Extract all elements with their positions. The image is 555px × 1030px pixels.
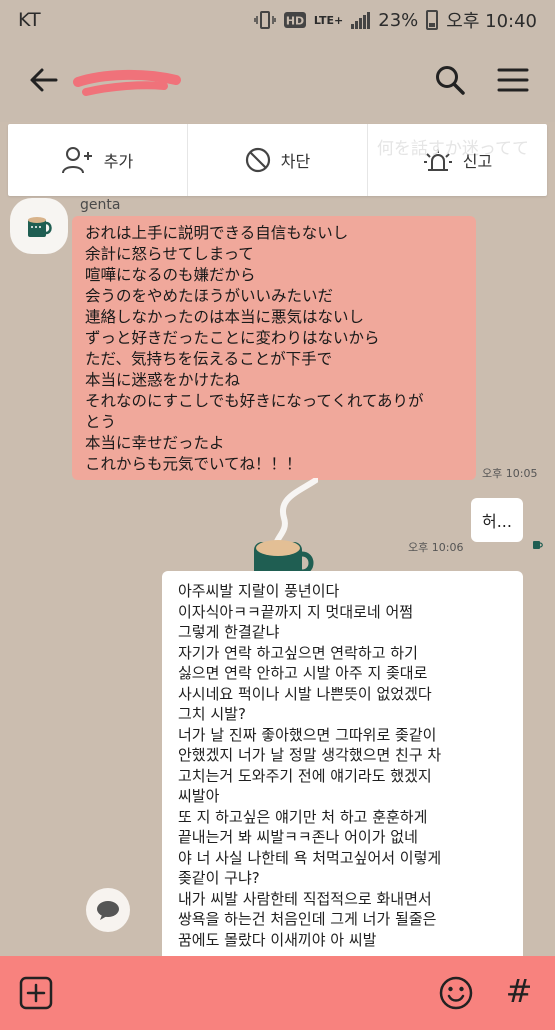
status-bar: KT HD LTE+ 23% 오후 10:40 <box>0 0 555 40</box>
reply-timestamp: 오후 10:06 <box>408 541 464 554</box>
message-line: 이자식아ㅋㅋ끝까지 지 멋대로네 어쩜 <box>178 602 414 621</box>
reply-text: 허... <box>482 512 512 531</box>
arrow-left-icon[interactable] <box>26 62 62 98</box>
hd-icon: HD <box>283 12 306 28</box>
message-line: ずっと好きだったことに変わりはないから <box>85 329 380 347</box>
chat-header <box>0 40 555 122</box>
message-line: これからも元気でいてね！！！ <box>85 455 302 473</box>
message-line: 아주씨발 지랄이 풍년이다 <box>178 582 340 600</box>
vibrate-icon <box>254 11 276 29</box>
hamburger-icon[interactable] <box>496 62 530 98</box>
search-icon[interactable] <box>432 62 468 98</box>
message-line: 本当に幸せだったよ <box>85 434 225 452</box>
mug-sticker-icon <box>254 478 318 582</box>
message-line: 그렇게 한결같냐 <box>178 623 280 641</box>
clock-label: 오후 10:40 <box>446 11 537 32</box>
status-icons: HD LTE+ 23% 오후 10:40 <box>254 7 537 33</box>
redacted-title <box>73 69 181 96</box>
mug-read-icon <box>533 541 543 549</box>
message-bubble-outgoing[interactable]: 허... <box>471 498 523 542</box>
message-line: 꿈에도 몰랐다 이새끼야 아 씨발 <box>178 930 377 949</box>
message-line: 내가 씨발 사람한테 직접적으로 화내면서 <box>178 889 432 908</box>
message-line: 喧嘩になるのも嫌だから <box>85 266 256 284</box>
message-line: 고치는거 도와주기 전에 얘기라도 했겠지 <box>178 766 432 785</box>
message-line: 쌍욕을 하는건 처음인데 그게 너가 될줄은 <box>178 910 437 928</box>
message-line: 또 지 하고싶은 얘기만 처 하고 훈훈하게 <box>178 807 428 826</box>
message-line: 씨발아 <box>178 787 220 805</box>
plus-square-icon[interactable] <box>19 976 53 1010</box>
message-line: 余計に怒らせてしまって <box>85 245 254 263</box>
add-label: 추가 <box>103 152 134 171</box>
message-line: 連絡しなかったのは本当に悪気はないし <box>85 308 365 326</box>
message-line: 싫으면 연락 안하고 시발 아주 지 좆대로 <box>178 664 428 682</box>
message-line: ただ、気持ちを伝えることが下手で <box>85 350 333 368</box>
add-friend-button[interactable]: 추가 <box>8 124 187 196</box>
block-button[interactable]: 차단 <box>187 124 367 196</box>
signal-icon <box>351 11 371 29</box>
action-bar: 추가 차단 何を話すか迷ってて 신고 <box>8 124 547 196</box>
input-bar: # <box>0 956 555 1030</box>
block-icon <box>245 147 270 173</box>
message-line: 야 너 사실 나한테 욕 처먹고싶어서 이렇게 <box>178 848 442 867</box>
sender-name: genta <box>80 197 121 213</box>
speech-bubble-icon <box>97 901 119 920</box>
message-line: 그치 시발? <box>178 705 246 723</box>
message-bubble-long[interactable]: 아주씨발 지랄이 풍년이다 이자식아ㅋㅋ끝까지 지 멋대로네 어쩜 그렇게 한결… <box>162 571 523 991</box>
message-line: おれは上手に説明できる自信もないし <box>85 224 349 242</box>
battery-percent: 23% <box>378 9 419 31</box>
emoji-icon[interactable] <box>438 975 474 1011</box>
battery-icon <box>426 10 439 30</box>
message-line: 사시네요 퍽이나 시발 나쁜뜻이 없었겠다 <box>178 684 432 703</box>
speech-bubble-button[interactable] <box>86 888 130 932</box>
message-line: 안했겠지 너가 날 정말 생각했으면 친구 차 <box>178 746 442 764</box>
message-line: それなのにすこしでも好きになってくれてありが <box>85 392 424 410</box>
message-line: 끝내는거 봐 씨발ㅋㅋ존나 어이가 없네 <box>178 828 418 846</box>
message-line: 本当に迷惑をかけたね <box>85 371 241 389</box>
message-line: 会うのをやめたほうがいいみたいだ <box>85 287 334 305</box>
report-button[interactable]: 何を話すか迷ってて 신고 <box>367 124 547 196</box>
block-label: 차단 <box>280 152 311 171</box>
network-label: LTE+ <box>313 13 344 27</box>
carrier-label: KT <box>18 9 41 31</box>
message-line: 좆같이 구냐? <box>178 869 260 887</box>
hashtag-button[interactable]: # <box>504 970 534 1012</box>
message-line: 너가 날 진짜 좋아했으면 그따위로 좆같이 <box>178 725 437 744</box>
message-line: 자기가 연락 하고싶으면 연락하고 하기 <box>178 643 418 662</box>
sender-avatar[interactable] <box>10 198 68 254</box>
add-person-icon <box>61 147 92 174</box>
message-bubble-incoming[interactable]: おれは上手に説明できる自信もないし 余計に怒らせてしまって 喧嘩になるのも嫌だか… <box>72 216 476 480</box>
report-label: 신고 <box>462 152 493 171</box>
svg-text:HD: HD <box>286 15 304 28</box>
ghost-overlay-text: 何を話すか迷ってて <box>376 139 529 159</box>
mug-icon <box>28 217 52 237</box>
message-line: とう <box>85 413 117 431</box>
message-timestamp: 오후 10:05 <box>482 467 538 480</box>
